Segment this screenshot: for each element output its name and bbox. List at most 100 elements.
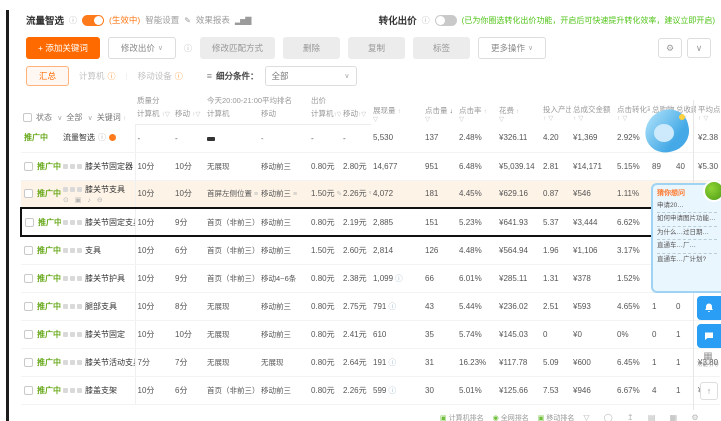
keyword-tool-icons[interactable] (63, 247, 82, 253)
keyword-text[interactable]: 膝关节固定支具 (85, 217, 134, 228)
add-keyword-button[interactable]: + 添加关键词 (26, 37, 100, 59)
select-all-checkbox[interactable] (23, 113, 32, 122)
row-checkbox[interactable] (24, 245, 33, 255)
row-checkbox[interactable] (24, 329, 33, 339)
segment-filter-select[interactable]: 全部 ∨ (264, 66, 357, 86)
help-link[interactable]: 直通车…厂… (657, 240, 717, 254)
impressions-info-icon[interactable]: ⓘ (386, 386, 396, 395)
legend-label: 移动排名 (546, 415, 575, 421)
row-checkbox[interactable] (24, 273, 33, 283)
col-impressions[interactable]: 展现量 ↑ ▽ (371, 92, 424, 124)
back-to-top-button[interactable]: ↑ (700, 382, 718, 400)
keyword-tool-icons[interactable] (63, 359, 82, 365)
assistant-mascot[interactable] (641, 105, 693, 157)
tab-summary[interactable]: 汇总 (26, 66, 70, 86)
keyword-text[interactable]: 膝关节固定 (85, 329, 125, 340)
keyword-text[interactable]: 膝关节固定器 (85, 161, 133, 172)
edit-bid-icon[interactable]: ✎ (367, 191, 371, 198)
conversion-bid-title: 转化出价 (378, 16, 417, 27)
cell-quality-pc: 10分 (135, 292, 174, 321)
info-icon[interactable]: ⓘ (98, 132, 106, 143)
keyword-text[interactable]: 膝关节活动支具 (85, 357, 134, 368)
sub-bid-mobile[interactable]: 移动↑▽ (341, 107, 372, 125)
bar-chart-icon[interactable]: ▂▅▇ (235, 16, 252, 25)
more-actions-dropdown[interactable]: 更多操作 ∨ (478, 37, 547, 59)
rank-list-icon[interactable]: ≡ (252, 191, 258, 198)
help-link[interactable]: 直通车…广计划? (657, 254, 717, 266)
impressions-info-icon[interactable]: ⓘ (386, 302, 396, 311)
keyword-sort[interactable]: 关键词 ↑ (97, 112, 126, 123)
row-checkbox[interactable] (24, 161, 33, 171)
all-filter[interactable]: 全部 ∨ (66, 112, 92, 123)
chat-button[interactable] (697, 324, 721, 348)
tag-button[interactable]: 标签 (413, 37, 471, 59)
info-icon[interactable]: ⓘ (184, 43, 192, 54)
cell-bid-pc: 0.80元 (309, 376, 342, 405)
sub-quality-pc[interactable]: 计算机 ↑▽ (135, 107, 174, 125)
cell-ctr: 16.23% (457, 348, 498, 377)
tab-pc[interactable]: 计算机 ⓘ (69, 70, 126, 82)
modify-match-button[interactable]: 修改匹配方式 (199, 37, 275, 59)
sub-bid-pc[interactable]: 计算机↑▽ (309, 107, 342, 125)
cell-bid-mobile: 2.60元 (341, 236, 372, 265)
keyword-text[interactable]: 腿部支具 (85, 301, 117, 312)
delete-button[interactable]: 删除 (282, 37, 340, 59)
impressions-info-icon[interactable]: ⓘ (393, 274, 403, 283)
footer-tool-icons[interactable]: ▽ ◯ ↥ ▤ ▦ ⚙ (583, 413, 704, 421)
edit-bid-icon[interactable]: ✎ (335, 191, 341, 198)
cell-cart-adds: 1 (650, 348, 675, 377)
keyword-tool-icons[interactable] (63, 331, 82, 337)
tab-mobile[interactable]: 移动设备 ⓘ (128, 70, 193, 82)
row-checkbox[interactable] (24, 357, 33, 367)
rank-list-icon[interactable]: ≡ (291, 191, 297, 198)
col-roi[interactable]: 投入产出比↑ ▽ (541, 92, 572, 124)
keyword-tool-icons[interactable] (63, 387, 82, 393)
help-link[interactable]: 如何申请图片功能… (657, 213, 717, 227)
collapse-button[interactable]: ∨ (687, 38, 711, 58)
conversion-bid-toggle[interactable] (434, 14, 457, 26)
keyword-tool-icons[interactable] (63, 303, 82, 309)
cell-cvr: 3.17% (615, 236, 651, 265)
smart-setting-link[interactable]: 智能设置 (145, 14, 179, 26)
row-checkbox[interactable] (24, 385, 33, 395)
info-icon[interactable]: ⓘ (422, 15, 430, 26)
keyword-tool-icons[interactable] (63, 275, 82, 281)
impressions-info-icon[interactable]: ⓘ (386, 358, 396, 367)
settings-gear-button[interactable]: ⚙ (658, 38, 682, 58)
modify-bid-dropdown[interactable]: 修改出价 ∨ (107, 37, 176, 59)
col-cost[interactable]: 花费 ↑ ▽ (497, 92, 542, 124)
cell-impressions: 5,530 (371, 124, 424, 153)
keyword-text[interactable]: 流量智选 (63, 132, 95, 143)
status-filter[interactable]: 状态 ∨ (36, 112, 62, 123)
feature-guide-button[interactable]: ▦ 功能引导 (697, 352, 719, 369)
sub-quality-mobile[interactable]: 移动 ↑▽ (173, 107, 206, 125)
helper-avatar[interactable] (703, 180, 721, 202)
keyword-text[interactable]: 膝关节护具 (85, 273, 125, 284)
row-checkbox[interactable] (24, 301, 33, 311)
table-row: 推广中 腿部支具 10分 8分 无展现 移动前三 0.80元 2.75元 791 ⓘ 43 5.44… (21, 292, 721, 321)
report-link[interactable]: 效果报表 (196, 14, 230, 26)
edit-pencil-icon[interactable]: ✎ (184, 16, 191, 25)
row-checkbox[interactable] (25, 217, 34, 227)
flow-smart-select-toggle[interactable] (82, 14, 105, 26)
col-ctr[interactable]: 点击率 ↑ ▽ (457, 92, 498, 124)
keyword-text[interactable]: 膝关节支具 (85, 184, 125, 195)
notifications-button[interactable] (697, 296, 721, 320)
keyword-tool-icons[interactable] (63, 219, 82, 225)
cell-cost: ¥326.11 (497, 124, 542, 153)
cell-roi: 2.81 (541, 152, 572, 181)
col-gmv[interactable]: 总成交金额 ↑ ▽ (571, 92, 616, 124)
info-icon[interactable]: ⓘ (69, 15, 77, 26)
help-link[interactable]: 申请20… (657, 200, 717, 214)
keyword-text[interactable]: 膝盖支架 (85, 385, 117, 396)
row-checkbox[interactable] (24, 189, 33, 199)
col-avg-cpc[interactable]: 平均点击花费↑ ▽ (696, 92, 721, 124)
keyword-action-icons[interactable]: ⊙ ▣ ♪ ⊖ (63, 196, 133, 204)
copy-button[interactable]: 复制 (348, 37, 406, 59)
help-link[interactable]: 为什么…过日期… (657, 227, 717, 241)
keyword-tool-icons[interactable] (63, 186, 82, 192)
keyword-tool-icons[interactable] (63, 163, 82, 169)
col-clicks[interactable]: 点击量 ↓ ▽ (423, 92, 458, 124)
cell-cvr: 1.52% (615, 264, 651, 293)
keyword-text[interactable]: 支具 (85, 245, 101, 256)
